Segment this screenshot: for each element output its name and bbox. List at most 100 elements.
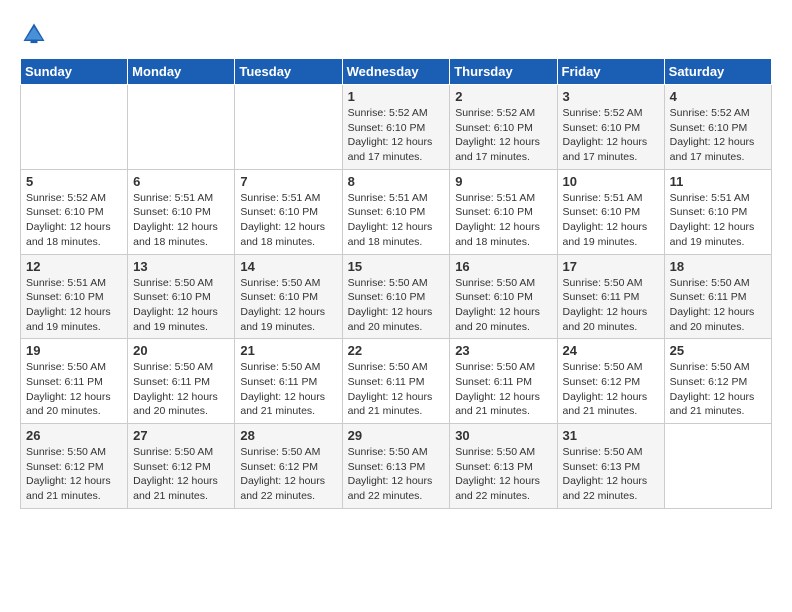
day-number: 27 — [133, 428, 229, 443]
calendar-cell: 25Sunrise: 5:50 AMSunset: 6:12 PMDayligh… — [664, 339, 771, 424]
day-info: Sunrise: 5:51 AMSunset: 6:10 PMDaylight:… — [26, 276, 122, 335]
day-info: Sunrise: 5:50 AMSunset: 6:10 PMDaylight:… — [348, 276, 445, 335]
day-number: 22 — [348, 343, 445, 358]
calendar-cell: 16Sunrise: 5:50 AMSunset: 6:10 PMDayligh… — [450, 254, 557, 339]
column-header-monday: Monday — [128, 59, 235, 85]
day-number: 21 — [240, 343, 336, 358]
day-number: 31 — [563, 428, 659, 443]
calendar-week-row: 26 Sunrise: 5:50 AMSunset: 6:12 PMDayligh… — [21, 424, 772, 509]
day-info: Sunrise: 5:51 AMSunset: 6:10 PMDaylight:… — [563, 191, 659, 250]
calendar-cell: 8 Sunrise: 5:51 AMSunset: 6:10 PMDaylight… — [342, 169, 450, 254]
calendar-table: SundayMondayTuesdayWednesdayThursdayFrid… — [20, 58, 772, 509]
day-number: 24 — [563, 343, 659, 358]
calendar-cell: 7 Sunrise: 5:51 AMSunset: 6:10 PMDaylight… — [235, 169, 342, 254]
calendar-cell: 12 Sunrise: 5:51 AMSunset: 6:10 PMDayligh… — [21, 254, 128, 339]
day-info: Sunrise: 5:50 AMSunset: 6:12 PMDaylight:… — [26, 445, 122, 504]
day-number: 12 — [26, 259, 122, 274]
calendar-cell: 28 Sunrise: 5:50 AMSunset: 6:12 PMDayligh… — [235, 424, 342, 509]
calendar-cell: 22 Sunrise: 5:50 AMSunset: 6:11 PMDayligh… — [342, 339, 450, 424]
day-info: Sunrise: 5:50 AMSunset: 6:13 PMDaylight:… — [563, 445, 659, 504]
day-number: 6 — [133, 174, 229, 189]
day-info: Sunrise: 5:52 AMSunset: 6:10 PMDaylight:… — [563, 106, 659, 165]
column-header-sunday: Sunday — [21, 59, 128, 85]
day-number: 19 — [26, 343, 122, 358]
calendar-cell: 15Sunrise: 5:50 AMSunset: 6:10 PMDayligh… — [342, 254, 450, 339]
day-number: 17 — [563, 259, 659, 274]
day-info: Sunrise: 5:50 AMSunset: 6:11 PMDaylight:… — [348, 360, 445, 419]
calendar-cell: 4Sunrise: 5:52 AMSunset: 6:10 PMDaylight… — [664, 85, 771, 170]
calendar-cell: 20 Sunrise: 5:50 AMSunset: 6:11 PMDayligh… — [128, 339, 235, 424]
calendar-cell: 10 Sunrise: 5:51 AMSunset: 6:10 PMDayligh… — [557, 169, 664, 254]
day-info: Sunrise: 5:50 AMSunset: 6:10 PMDaylight:… — [240, 276, 336, 335]
day-info: Sunrise: 5:52 AMSunset: 6:10 PMDaylight:… — [348, 106, 445, 165]
day-number: 10 — [563, 174, 659, 189]
calendar-header-row: SundayMondayTuesdayWednesdayThursdayFrid… — [21, 59, 772, 85]
day-info: Sunrise: 5:51 AMSunset: 6:10 PMDaylight:… — [455, 191, 551, 250]
day-number: 29 — [348, 428, 445, 443]
calendar-cell: 14 Sunrise: 5:50 AMSunset: 6:10 PMDayligh… — [235, 254, 342, 339]
day-number: 28 — [240, 428, 336, 443]
day-info: Sunrise: 5:51 AMSunset: 6:10 PMDaylight:… — [670, 191, 766, 250]
day-number: 2 — [455, 89, 551, 104]
calendar-week-row: 12 Sunrise: 5:51 AMSunset: 6:10 PMDayligh… — [21, 254, 772, 339]
day-info: Sunrise: 5:50 AMSunset: 6:11 PMDaylight:… — [455, 360, 551, 419]
day-number: 23 — [455, 343, 551, 358]
day-info: Sunrise: 5:50 AMSunset: 6:11 PMDaylight:… — [26, 360, 122, 419]
day-info: Sunrise: 5:52 AMSunset: 6:10 PMDaylight:… — [455, 106, 551, 165]
day-number: 9 — [455, 174, 551, 189]
day-info: Sunrise: 5:52 AMSunset: 6:10 PMDaylight:… — [670, 106, 766, 165]
column-header-thursday: Thursday — [450, 59, 557, 85]
calendar-cell — [128, 85, 235, 170]
calendar-cell — [235, 85, 342, 170]
calendar-cell — [21, 85, 128, 170]
day-info: Sunrise: 5:50 AMSunset: 6:11 PMDaylight:… — [133, 360, 229, 419]
calendar-week-row: 19 Sunrise: 5:50 AMSunset: 6:11 PMDayligh… — [21, 339, 772, 424]
day-info: Sunrise: 5:50 AMSunset: 6:11 PMDaylight:… — [240, 360, 336, 419]
column-header-friday: Friday — [557, 59, 664, 85]
day-number: 1 — [348, 89, 445, 104]
day-info: Sunrise: 5:51 AMSunset: 6:10 PMDaylight:… — [348, 191, 445, 250]
calendar-cell: 9 Sunrise: 5:51 AMSunset: 6:10 PMDaylight… — [450, 169, 557, 254]
day-info: Sunrise: 5:51 AMSunset: 6:10 PMDaylight:… — [133, 191, 229, 250]
calendar-cell: 31 Sunrise: 5:50 AMSunset: 6:13 PMDayligh… — [557, 424, 664, 509]
day-number: 13 — [133, 259, 229, 274]
column-header-saturday: Saturday — [664, 59, 771, 85]
day-info: Sunrise: 5:50 AMSunset: 6:10 PMDaylight:… — [455, 276, 551, 335]
calendar-cell: 21 Sunrise: 5:50 AMSunset: 6:11 PMDayligh… — [235, 339, 342, 424]
day-number: 14 — [240, 259, 336, 274]
calendar-cell: 17 Sunrise: 5:50 AMSunset: 6:11 PMDayligh… — [557, 254, 664, 339]
day-info: Sunrise: 5:50 AMSunset: 6:12 PMDaylight:… — [240, 445, 336, 504]
calendar-week-row: 5 Sunrise: 5:52 AMSunset: 6:10 PMDaylight… — [21, 169, 772, 254]
calendar-cell: 19 Sunrise: 5:50 AMSunset: 6:11 PMDayligh… — [21, 339, 128, 424]
day-info: Sunrise: 5:50 AMSunset: 6:11 PMDaylight:… — [670, 276, 766, 335]
calendar-cell: 29 Sunrise: 5:50 AMSunset: 6:13 PMDayligh… — [342, 424, 450, 509]
calendar-cell: 5 Sunrise: 5:52 AMSunset: 6:10 PMDaylight… — [21, 169, 128, 254]
calendar-cell: 30 Sunrise: 5:50 AMSunset: 6:13 PMDayligh… — [450, 424, 557, 509]
calendar-cell: 23 Sunrise: 5:50 AMSunset: 6:11 PMDayligh… — [450, 339, 557, 424]
day-info: Sunrise: 5:52 AMSunset: 6:10 PMDaylight:… — [26, 191, 122, 250]
day-number: 11 — [670, 174, 766, 189]
calendar-cell: 13Sunrise: 5:50 AMSunset: 6:10 PMDayligh… — [128, 254, 235, 339]
day-number: 18 — [670, 259, 766, 274]
calendar-cell: 18 Sunrise: 5:50 AMSunset: 6:11 PMDayligh… — [664, 254, 771, 339]
day-info: Sunrise: 5:50 AMSunset: 6:13 PMDaylight:… — [348, 445, 445, 504]
column-header-tuesday: Tuesday — [235, 59, 342, 85]
day-number: 26 — [26, 428, 122, 443]
logo-icon — [20, 20, 48, 48]
calendar-week-row: 1 Sunrise: 5:52 AMSunset: 6:10 PMDaylight… — [21, 85, 772, 170]
day-info: Sunrise: 5:50 AMSunset: 6:11 PMDaylight:… — [563, 276, 659, 335]
calendar-cell: 24Sunrise: 5:50 AMSunset: 6:12 PMDayligh… — [557, 339, 664, 424]
day-info: Sunrise: 5:51 AMSunset: 6:10 PMDaylight:… — [240, 191, 336, 250]
day-info: Sunrise: 5:50 AMSunset: 6:13 PMDaylight:… — [455, 445, 551, 504]
day-number: 8 — [348, 174, 445, 189]
column-header-wednesday: Wednesday — [342, 59, 450, 85]
day-number: 20 — [133, 343, 229, 358]
calendar-cell: 3 Sunrise: 5:52 AMSunset: 6:10 PMDaylight… — [557, 85, 664, 170]
calendar-cell: 27Sunrise: 5:50 AMSunset: 6:12 PMDayligh… — [128, 424, 235, 509]
day-number: 7 — [240, 174, 336, 189]
calendar-cell: 1 Sunrise: 5:52 AMSunset: 6:10 PMDaylight… — [342, 85, 450, 170]
day-number: 5 — [26, 174, 122, 189]
day-number: 30 — [455, 428, 551, 443]
day-number: 3 — [563, 89, 659, 104]
calendar-cell — [664, 424, 771, 509]
